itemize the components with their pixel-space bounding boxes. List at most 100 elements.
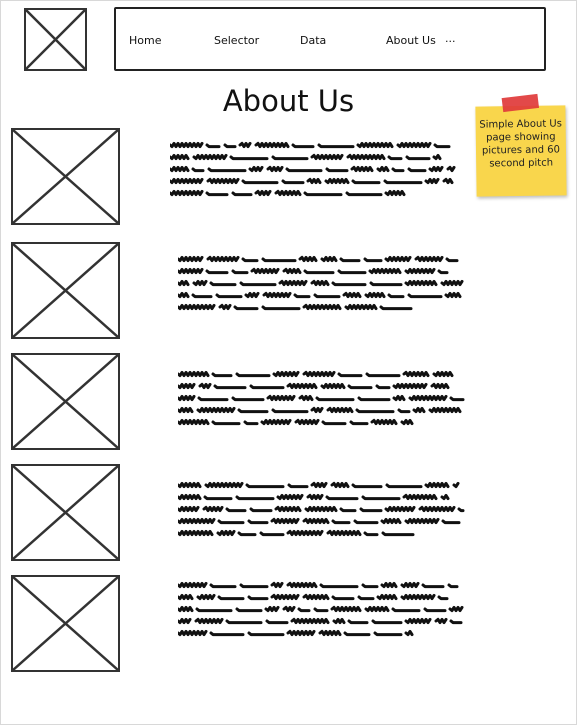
- nav-item-data[interactable]: Data: [300, 34, 326, 47]
- scribble-word: [387, 293, 405, 299]
- scribble-word: [204, 481, 244, 489]
- scribble-word: [194, 617, 224, 625]
- scribble-word: [361, 495, 401, 501]
- sticky-note-text: Simple About Us page showing pictures an…: [479, 118, 562, 170]
- scribble-word: [418, 505, 456, 513]
- scribble-word: [344, 303, 378, 311]
- scribble-word: [192, 153, 228, 161]
- scribble-word: [297, 607, 311, 613]
- scribble-word: [404, 279, 438, 287]
- image-placeholder-icon: [13, 244, 118, 337]
- scribble-word: [326, 406, 354, 414]
- logo-placeholder[interactable]: [24, 8, 87, 71]
- scribble-word: [235, 372, 271, 378]
- nav-item-home[interactable]: Home: [129, 34, 161, 47]
- tape-icon: [501, 93, 540, 113]
- scribble-word: [247, 631, 285, 637]
- scribble-word: [270, 593, 300, 601]
- section-image-placeholder[interactable]: [11, 464, 120, 561]
- nav-item-selector[interactable]: Selector: [214, 34, 259, 47]
- scribble-word: [191, 167, 205, 173]
- scribble-word: [217, 595, 245, 601]
- scribble-word: [350, 165, 374, 173]
- scribble-word: [364, 605, 390, 613]
- scribble-word: [404, 517, 440, 525]
- image-placeholder-icon: [13, 355, 118, 448]
- scribble-word: [392, 382, 428, 390]
- scribble-word: [223, 143, 237, 149]
- scribble-word: [211, 420, 241, 426]
- scribble-word: [359, 507, 383, 513]
- scribble-word: [445, 257, 459, 263]
- scribble-word: [376, 165, 390, 173]
- scribble-word: [384, 255, 412, 263]
- scribble-word: [404, 267, 436, 275]
- scribble-word: [170, 177, 204, 185]
- section-image-placeholder[interactable]: [11, 353, 120, 450]
- section-image-placeholder[interactable]: [11, 242, 120, 339]
- scribble-word: [400, 418, 414, 426]
- scribble-word: [407, 167, 427, 173]
- scribble-word: [202, 505, 224, 513]
- scribble-word: [320, 382, 346, 390]
- scribble-word: [402, 493, 438, 501]
- scribble-word: [432, 370, 454, 378]
- scribble-word: [442, 177, 454, 185]
- scribble-word: [231, 191, 253, 197]
- scribble-word: [290, 617, 330, 625]
- nav-item-about-us[interactable]: About Us: [386, 34, 436, 47]
- scribble-word: [376, 593, 398, 601]
- scribble-word: [178, 255, 204, 263]
- section-image-placeholder[interactable]: [11, 575, 120, 672]
- scribble-word: [302, 370, 336, 378]
- scribble-word: [266, 394, 296, 402]
- scribble-word: [205, 143, 221, 149]
- scribble-word: [286, 629, 316, 637]
- scribble-word: [310, 481, 328, 489]
- scribble-word: [315, 396, 355, 402]
- scribble-word: [231, 396, 265, 402]
- scribble-word: [449, 619, 463, 625]
- scribble-word: [237, 408, 269, 414]
- scribble-word: [293, 293, 311, 299]
- scribble-word: [209, 281, 237, 287]
- scribble-word: [428, 165, 444, 173]
- scribble-word: [248, 165, 264, 173]
- scribble-word: [285, 167, 323, 173]
- scribble-word: [397, 408, 411, 414]
- scribble-word: [306, 177, 322, 185]
- section-image-placeholder[interactable]: [11, 128, 120, 225]
- scribble-word: [178, 629, 208, 637]
- scribble-word: [342, 291, 362, 299]
- scribble-word: [325, 495, 359, 501]
- scribble-word: [298, 255, 318, 263]
- scribble-word: [373, 631, 403, 637]
- scribble-word: [191, 293, 213, 299]
- scribble-word: [412, 406, 426, 414]
- scribble-text-block: [170, 141, 456, 197]
- scribble-word: [424, 481, 450, 489]
- scribble-word: [332, 617, 346, 625]
- scribble-word: [229, 155, 269, 161]
- scribble-word: [197, 396, 229, 402]
- scribble-word: [225, 507, 247, 513]
- scribble-word: [241, 257, 259, 263]
- scribble-word: [320, 255, 338, 263]
- nav-item-more[interactable]: ...: [445, 32, 456, 45]
- scribble-text-block: [178, 255, 464, 311]
- scribble-word: [178, 303, 216, 311]
- scribble-word: [364, 291, 386, 299]
- scribble-word: [424, 177, 440, 185]
- scribble-word: [384, 189, 406, 197]
- scribble-word: [178, 605, 194, 613]
- scribble-word: [330, 481, 350, 489]
- scribble-word: [178, 418, 210, 426]
- scribble-word: [203, 495, 233, 501]
- scribble-word: [254, 141, 290, 149]
- image-placeholder-icon: [13, 466, 118, 559]
- scribble-word: [178, 617, 192, 625]
- scribble-word: [357, 396, 391, 402]
- scribble-word: [392, 394, 406, 402]
- scribble-word: [353, 519, 379, 525]
- scribble-word: [381, 531, 415, 537]
